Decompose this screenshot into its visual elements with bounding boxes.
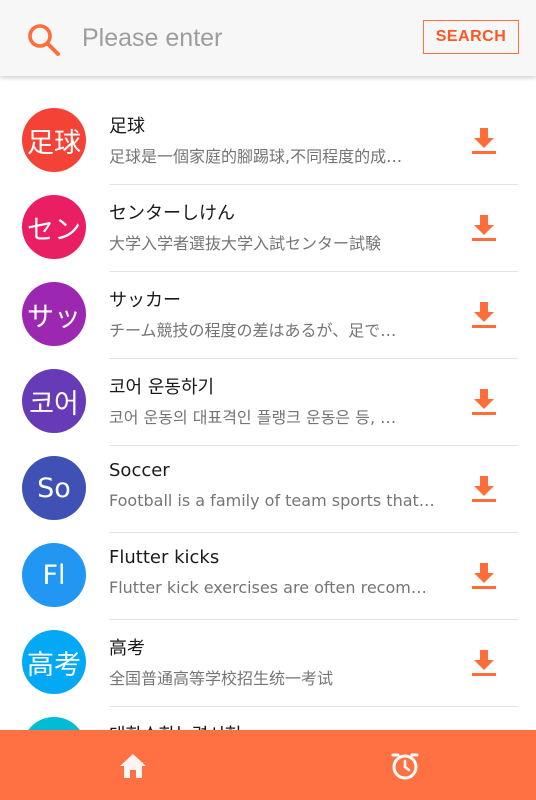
item-subtitle: Football is a family of team sports that… (109, 491, 435, 510)
list-item[interactable]: 高考 高考全国普通高等学校招生统一考试 (0, 620, 536, 707)
item-title: 足球 (109, 116, 145, 137)
item-title: センターしけん (109, 203, 235, 224)
avatar: Fl (22, 543, 86, 607)
bottom-navigation (0, 730, 536, 800)
result-list: 足球 足球足球是一個家庭的腳踢球,不同程度的成… セン センターしけん大学入学者選抜大… (0, 98, 536, 794)
item-subtitle: 코어 운동의 대표격인 플랭크 운동은 등, … (109, 408, 397, 427)
avatar: セン (22, 195, 86, 259)
download-icon[interactable] (469, 387, 499, 417)
avatar: 코어 (22, 369, 86, 433)
item-subtitle: Flutter kick exercises are often recom… (109, 578, 427, 597)
download-icon[interactable] (469, 561, 499, 591)
item-subtitle: チーム競技の程度の差はあるが、足で… (109, 321, 397, 340)
item-title: Flutter kicks (109, 547, 220, 568)
avatar: 足球 (22, 108, 86, 172)
search-input[interactable] (82, 18, 402, 58)
list-item[interactable]: サッ サッカーチーム競技の程度の差はあるが、足で… (0, 272, 536, 359)
avatar: 高考 (22, 630, 86, 694)
item-title: 高考 (109, 638, 145, 659)
search-button[interactable]: SEARCH (423, 20, 519, 54)
download-icon[interactable] (469, 474, 499, 504)
download-icon[interactable] (469, 648, 499, 678)
item-subtitle: 全国普通高等学校招生统一考试 (109, 669, 334, 688)
download-icon[interactable] (469, 126, 499, 156)
item-title: Soccer (109, 460, 170, 481)
download-icon[interactable] (469, 213, 499, 243)
list-item[interactable]: Fl Flutter kicks Flutter kick exercises ar… (0, 533, 536, 620)
list-item[interactable]: 코어 코어 운동하기코어 운동의 대표격인 플랭크 운동은 등, … (0, 359, 536, 446)
list-item[interactable]: セン センターしけん大学入学者選抜大学入試センター試験 (0, 185, 536, 272)
list-item[interactable]: So Soccer Football is a family of team spo… (0, 446, 536, 533)
home-icon[interactable] (118, 752, 148, 780)
list-item[interactable]: 足球 足球足球是一個家庭的腳踢球,不同程度的成… (0, 98, 536, 185)
item-subtitle: 足球是一個家庭的腳踢球,不同程度的成… (109, 147, 403, 166)
item-subtitle: 大学入学者選抜大学入試センター試験 (109, 234, 382, 253)
history-icon[interactable] (389, 750, 421, 782)
avatar: So (22, 456, 86, 520)
avatar: サッ (22, 282, 86, 346)
item-title: サッカー (109, 290, 181, 311)
search-header: SEARCH (0, 0, 536, 76)
item-title: 코어 운동하기 (109, 377, 215, 398)
download-icon[interactable] (469, 300, 499, 330)
search-icon[interactable] (26, 22, 62, 58)
